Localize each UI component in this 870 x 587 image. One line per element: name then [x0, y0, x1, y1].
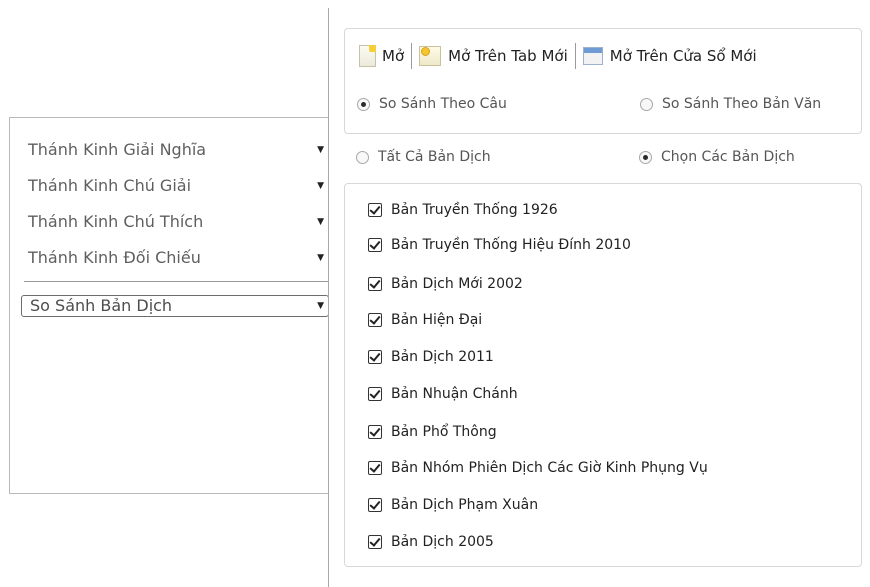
version-checkbox-row[interactable]: Bản Dịch 2011 [368, 349, 494, 365]
study-menu-panel: Thánh Kinh Giải Nghĩa ▼ Thánh Kinh Chú G… [9, 117, 338, 494]
open-new-tab-button[interactable]: Mở Trên Tab Mới [415, 42, 572, 70]
version-label: Bản Dịch 2011 [391, 349, 494, 365]
checkbox-checked-icon[interactable] [368, 425, 382, 439]
open-options-box: Mở Mở Trên Tab Mới Mở Trên Cửa Sổ Mới So… [344, 28, 862, 134]
open-label: Mở [382, 47, 405, 65]
version-checkbox-row[interactable]: Bản Nhóm Phiên Dịch Các Giờ Kinh Phụng V… [368, 460, 708, 476]
radio-label: So Sánh Theo Câu [379, 96, 507, 112]
dropdown-arrow-icon: ▼ [317, 181, 324, 191]
radio-dot-icon [639, 150, 652, 164]
open-new-window-label: Mở Trên Cửa Sổ Mới [609, 47, 757, 65]
version-checkbox-row[interactable]: Bản Truyền Thống 1926 [368, 202, 558, 218]
radio-all-versions[interactable]: Tất Cả Bản Dịch [356, 149, 491, 165]
version-checkbox-row[interactable]: Bản Dịch 2005 [368, 534, 494, 550]
compare-translations-dropdown: Mở Mở Trên Tab Mới Mở Trên Cửa Sổ Mới So… [328, 8, 870, 587]
open-new-window-button[interactable]: Mở Trên Cửa Sổ Mới [579, 42, 761, 70]
menu-item-chu-giai[interactable]: Thánh Kinh Chú Giải ▼ [28, 174, 328, 198]
radio-compare-by-text[interactable]: So Sánh Theo Bản Văn [640, 96, 821, 112]
checkbox-checked-icon[interactable] [368, 387, 382, 401]
menu-item-giai-nghia[interactable]: Thánh Kinh Giải Nghĩa ▼ [28, 138, 328, 162]
version-label: Bản Dịch Phạm Xuân [391, 497, 539, 513]
checkbox-checked-icon[interactable] [368, 498, 382, 512]
open-new-tab-label: Mở Trên Tab Mới [448, 47, 568, 65]
dropdown-arrow-icon: ▼ [317, 301, 324, 311]
version-checkbox-row[interactable]: Bản Phổ Thông [368, 424, 497, 440]
checkbox-checked-icon[interactable] [368, 461, 382, 475]
menu-item-so-sanh-ban-dich[interactable]: So Sánh Bản Dịch ▼ [21, 295, 329, 317]
version-label: Bản Nhóm Phiên Dịch Các Giờ Kinh Phụng V… [391, 460, 708, 476]
new-tab-icon [419, 46, 442, 66]
open-button[interactable]: Mở [355, 42, 408, 70]
checkbox-checked-icon[interactable] [368, 238, 382, 252]
version-checkbox-row[interactable]: Bản Dịch Mới 2002 [368, 276, 523, 292]
version-label: Bản Nhuận Chánh [391, 386, 518, 402]
dropdown-arrow-icon: ▼ [317, 145, 324, 155]
checkbox-checked-icon[interactable] [368, 203, 382, 217]
menu-item-label: Thánh Kinh Chú Thích [28, 212, 204, 231]
version-checkbox-row[interactable]: Bản Hiện Đại [368, 312, 482, 328]
menu-item-label: So Sánh Bản Dịch [30, 296, 173, 315]
version-checkbox-row[interactable]: Bản Dịch Phạm Xuân [368, 497, 538, 513]
menu-item-label: Thánh Kinh Giải Nghĩa [28, 140, 207, 159]
version-checkbox-row[interactable]: Bản Nhuận Chánh [368, 386, 518, 402]
new-window-icon [582, 47, 603, 65]
checkbox-checked-icon[interactable] [368, 277, 382, 291]
radio-label: Chọn Các Bản Dịch [661, 149, 795, 165]
checkbox-checked-icon[interactable] [368, 350, 382, 364]
menu-item-chu-thich[interactable]: Thánh Kinh Chú Thích ▼ [28, 210, 328, 234]
version-label: Bản Dịch Mới 2002 [391, 276, 523, 292]
radio-select-versions[interactable]: Chọn Các Bản Dịch [639, 149, 795, 165]
dropdown-arrow-icon: ▼ [317, 217, 324, 227]
menu-item-label: Thánh Kinh Đối Chiếu [28, 248, 201, 267]
toolbar-separator [574, 43, 576, 69]
version-label: Bản Dịch 2005 [391, 534, 494, 550]
toolbar-separator [411, 43, 413, 69]
radio-circle-icon [356, 150, 369, 164]
version-label: Bản Hiện Đại [391, 312, 483, 328]
dropdown-arrow-icon: ▼ [317, 253, 324, 263]
radio-circle-icon [640, 97, 653, 111]
checkbox-checked-icon[interactable] [368, 535, 382, 549]
radio-compare-by-verse[interactable]: So Sánh Theo Câu [357, 96, 507, 112]
open-toolbar: Mở Mở Trên Tab Mới Mở Trên Cửa Sổ Mới [355, 41, 761, 71]
radio-label: Tất Cả Bản Dịch [378, 149, 491, 165]
radio-dot-icon [357, 97, 370, 111]
menu-item-doi-chieu[interactable]: Thánh Kinh Đối Chiếu ▼ [28, 246, 328, 270]
versions-list: Bản Truyền Thống 1926 Bản Truyền Thống H… [344, 183, 862, 567]
radio-label: So Sánh Theo Bản Văn [662, 96, 822, 112]
document-icon [359, 45, 376, 67]
version-label: Bản Phổ Thông [391, 424, 497, 440]
menu-item-label: Thánh Kinh Chú Giải [28, 176, 192, 195]
version-label: Bản Truyền Thống 1926 [391, 202, 558, 218]
checkbox-checked-icon[interactable] [368, 313, 382, 327]
version-label: Bản Truyền Thống Hiệu Đính 2010 [391, 237, 631, 253]
menu-divider [24, 281, 338, 282]
version-checkbox-row[interactable]: Bản Truyền Thống Hiệu Đính 2010 [368, 237, 631, 253]
